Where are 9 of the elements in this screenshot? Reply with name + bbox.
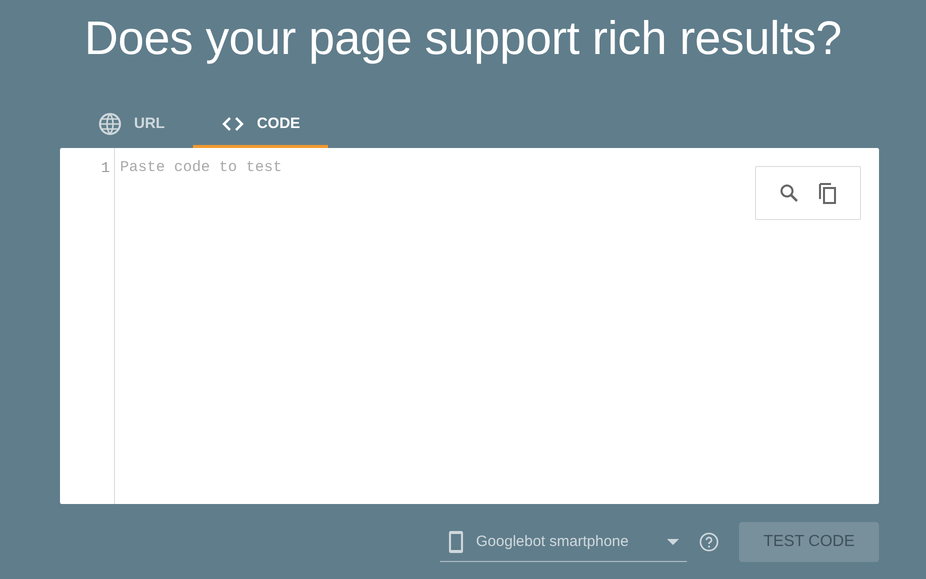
tab[interactable]: URL (80, 102, 181, 148)
device-dropdown[interactable]: Googlebot smartphone (440, 522, 687, 562)
help-icon[interactable] (699, 532, 719, 552)
caret-icon (667, 538, 679, 544)
code-input-field[interactable]: Paste code to test (115, 148, 879, 504)
line-number: 1 (100, 160, 111, 177)
globe-icon (98, 112, 122, 136)
page-title: Does your page support rich results? (83, 10, 843, 66)
phone-icon (448, 530, 464, 554)
